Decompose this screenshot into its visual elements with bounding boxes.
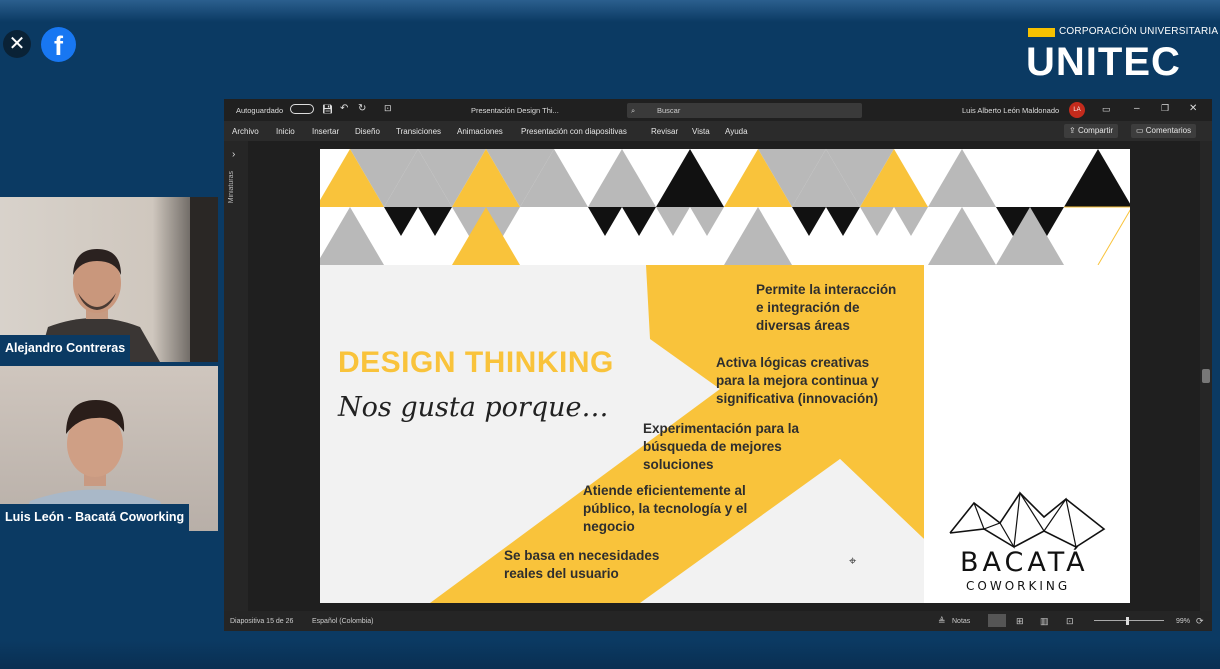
- bacata-logo: BACATÁ COWORKING: [944, 489, 1114, 599]
- minimize-icon[interactable]: –: [1134, 103, 1140, 114]
- logo-subtitle: CORPORACIÓN UNIVERSITARIA: [1059, 26, 1219, 37]
- bullet-2: Activa lógicas creativas para la mejora …: [716, 355, 879, 406]
- slide-title: DESIGN THINKING: [338, 346, 614, 379]
- tab-inicio[interactable]: Inicio: [276, 127, 295, 136]
- cursor-icon: ⌖: [849, 553, 857, 568]
- slide-canvas: DESIGN THINKING Nos gusta porque… Permit…: [320, 149, 1130, 603]
- comments-button[interactable]: ▭ Comentarios: [1131, 124, 1197, 138]
- unitec-logo: CORPORACIÓN UNIVERSITARIA UNITEC: [1026, 26, 1218, 86]
- user-name: Luis Alberto León Maldonado: [962, 106, 1060, 115]
- fit-slide-icon[interactable]: ⟳: [1196, 616, 1204, 627]
- search-placeholder: Buscar: [657, 106, 681, 115]
- zoom-level: 99%: [1176, 618, 1191, 625]
- facebook-icon[interactable]: f: [41, 27, 76, 62]
- zoom-slider[interactable]: [1094, 620, 1164, 621]
- share-label: Compartir: [1077, 126, 1114, 135]
- bacata-mountains: [949, 491, 1106, 549]
- tab-vista[interactable]: Vista: [692, 127, 710, 136]
- vertical-scrollbar[interactable]: [1200, 141, 1212, 611]
- tab-animaciones[interactable]: Animaciones: [457, 127, 503, 136]
- bullet-5: Se basa en necesidades reales del usuari…: [504, 548, 660, 581]
- window-close-icon[interactable]: ✕: [1189, 103, 1197, 114]
- bacata-sub: COWORKING: [966, 579, 1071, 593]
- bottom-band: [0, 640, 1220, 669]
- share-button[interactable]: ⇪ Compartir: [1064, 124, 1119, 138]
- top-band: [0, 0, 1220, 22]
- comments-label: Comentarios: [1145, 126, 1192, 135]
- thumbnails-label: Miniaturas: [228, 171, 235, 204]
- share-icon: ⇪: [1069, 126, 1078, 135]
- close-icon[interactable]: ✕: [3, 30, 31, 58]
- chevron-right-icon[interactable]: ›: [232, 149, 235, 160]
- bacata-name: BACATÁ: [960, 547, 1089, 578]
- slide-subtitle: Nos gusta porque…: [338, 392, 609, 423]
- notes-label[interactable]: Notas: [952, 618, 970, 625]
- user-avatar[interactable]: LA: [1069, 102, 1085, 118]
- sorter-view-icon[interactable]: ⊞: [1016, 616, 1024, 627]
- tab-archivo[interactable]: Archivo: [232, 127, 259, 136]
- bullet-3: Experimentación para la búsqueda de mejo…: [643, 421, 800, 472]
- participant-video-2: Luis León - Bacatá Coworking: [0, 366, 218, 531]
- tab-insertar[interactable]: Insertar: [312, 127, 339, 136]
- redo-icon[interactable]: ↻: [358, 103, 366, 114]
- present-icon[interactable]: ⊡: [384, 103, 392, 114]
- tab-transiciones[interactable]: Transiciones: [396, 127, 441, 136]
- tab-presentacion[interactable]: Presentación con diapositivas: [521, 127, 627, 136]
- document-title: Presentación Design Thi...: [471, 106, 559, 115]
- tab-revisar[interactable]: Revisar: [651, 127, 678, 136]
- logo-name: UNITEC: [1026, 40, 1181, 84]
- tab-diseno[interactable]: Diseño: [355, 127, 380, 136]
- slideshow-view-icon[interactable]: ⊡: [1066, 616, 1074, 627]
- autosave-toggle[interactable]: [290, 104, 314, 114]
- search-input[interactable]: ⌕ Buscar: [627, 103, 862, 118]
- participant-name-2: Luis León - Bacatá Coworking: [0, 504, 190, 531]
- bullet-4: Atiende eficientemente al público, la te…: [583, 483, 748, 534]
- search-icon: ⌕: [631, 106, 636, 115]
- bullet-1: Permite la interacción e integración de …: [756, 282, 897, 333]
- participant-video-1: Alejandro Contreras: [0, 197, 218, 362]
- status-bar: Diapositiva 15 de 26 Español (Colombia) …: [224, 611, 1212, 631]
- ribbon-tabs: Archivo Inicio Insertar Diseño Transicio…: [224, 121, 1212, 141]
- undo-icon[interactable]: ↶: [340, 103, 348, 114]
- restore-icon[interactable]: ❐: [1161, 103, 1169, 114]
- scrollbar-thumb[interactable]: [1202, 369, 1210, 383]
- thumbnail-pane: › Miniaturas: [224, 141, 248, 611]
- ppt-titlebar: Autoguardado 💾︎ ↶ ↻ ⊡ Presentación Desig…: [224, 99, 1212, 121]
- participant-name-1: Alejandro Contreras: [0, 335, 131, 362]
- autosave-label: Autoguardado: [236, 106, 284, 115]
- logo-accent-bar: [1028, 28, 1055, 37]
- normal-view-icon[interactable]: [988, 614, 1006, 627]
- ribbon-display-icon[interactable]: ▭: [1102, 104, 1111, 115]
- save-icon[interactable]: 💾︎: [322, 104, 333, 115]
- reading-view-icon[interactable]: ▥: [1040, 616, 1049, 627]
- comment-icon: ▭: [1136, 126, 1146, 135]
- slide-counter: Diapositiva 15 de 26: [230, 618, 294, 625]
- language-status[interactable]: Español (Colombia): [312, 618, 373, 625]
- powerpoint-window: Autoguardado 💾︎ ↶ ↻ ⊡ Presentación Desig…: [224, 99, 1212, 631]
- tab-ayuda[interactable]: Ayuda: [725, 127, 748, 136]
- zoom-slider-thumb[interactable]: [1126, 617, 1129, 625]
- notes-icon[interactable]: ≜: [938, 616, 946, 627]
